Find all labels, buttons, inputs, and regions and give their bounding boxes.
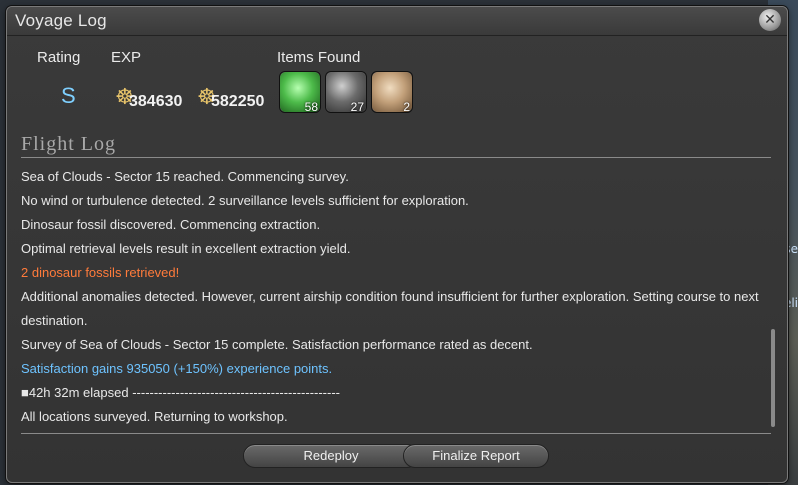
close-icon[interactable]: ✕ — [759, 9, 781, 31]
divider — [21, 433, 771, 434]
item-slot-3[interactable]: 2 — [371, 71, 413, 114]
exp-value-2: ☸ 582250 — [197, 85, 265, 110]
redeploy-button[interactable]: Redeploy — [243, 444, 419, 468]
flight-log-list: Sea of Clouds - Sector 15 reached. Comme… — [21, 165, 761, 429]
voyage-stats: Rating S EXP ☸ 384630 ☸ 582250 Items Fou… — [17, 47, 777, 127]
log-scrollbar[interactable] — [771, 329, 775, 427]
log-line: Dinosaur fossil discovered. Commencing e… — [21, 217, 321, 232]
voyage-log-window: Voyage Log ✕ Rating S EXP ☸ 384630 ☸ 582… — [6, 6, 788, 483]
rating-value: S — [61, 83, 76, 108]
log-line-exp-gain: Satisfaction gains 935050 (+150%) experi… — [21, 361, 333, 376]
item-slot-1[interactable]: 58 — [279, 71, 321, 114]
log-line: Survey of Sea of Clouds - Sector 15 comp… — [21, 337, 533, 352]
title-bar[interactable]: Voyage Log ✕ — [7, 7, 787, 36]
log-line: No wind or turbulence detected. 2 survei… — [21, 193, 469, 208]
log-line-elapsed: ■42h 32m elapsed -----------------------… — [21, 385, 341, 400]
items-found-label: Items Found — [277, 49, 361, 66]
item-slot-2[interactable]: 27 — [325, 71, 367, 114]
finalize-report-button[interactable]: Finalize Report — [403, 444, 549, 468]
log-line: Additional anomalies detected. However, … — [21, 289, 759, 328]
log-line-highlight: 2 dinosaur fossils retrieved! — [21, 265, 180, 280]
log-line: All locations surveyed. Returning to wor… — [21, 409, 288, 424]
exp-value-1: ☸ 384630 — [115, 85, 183, 110]
log-line: Sea of Clouds - Sector 15 reached. Comme… — [21, 169, 349, 184]
exp-label: EXP — [111, 49, 142, 66]
flight-log-heading: Flight Log — [21, 133, 117, 155]
window-title: Voyage Log — [15, 11, 107, 30]
divider — [21, 157, 771, 158]
rating-label: Rating — [37, 49, 81, 66]
log-line: Optimal retrieval levels result in excel… — [21, 241, 351, 256]
